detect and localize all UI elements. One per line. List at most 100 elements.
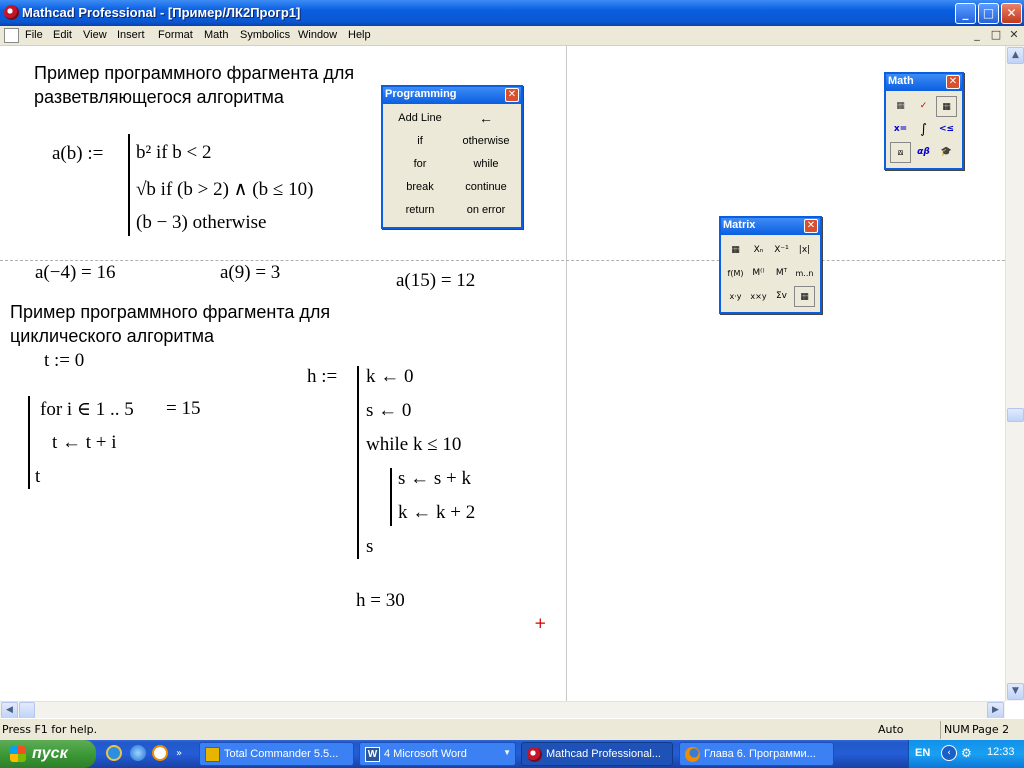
horizontal-scroll-thumb[interactable]: [19, 702, 35, 719]
vertical-scroll-thumb[interactable]: [1007, 408, 1024, 422]
menu-format[interactable]: Format: [158, 29, 193, 41]
def-h-line2[interactable]: s ← 0: [366, 400, 411, 422]
close-button[interactable]: ✕: [1001, 3, 1022, 24]
prog-continue-button[interactable]: continue: [455, 181, 517, 193]
menu-window[interactable]: Window: [298, 29, 337, 41]
result-a-neg4[interactable]: a(−4) = 16: [35, 262, 116, 284]
def-a-lhs[interactable]: a(b) :=: [52, 143, 103, 165]
vector-sum-icon[interactable]: Σv: [771, 286, 792, 307]
prog-add-line-button[interactable]: Add Line: [387, 112, 453, 124]
loop-return[interactable]: t: [35, 466, 40, 488]
matrix-icon[interactable]: ▦: [936, 96, 957, 117]
prog-for-button[interactable]: for: [387, 158, 453, 170]
clock[interactable]: 12:33: [987, 746, 1015, 758]
minimize-button[interactable]: _: [955, 3, 976, 24]
evaluation-icon[interactable]: x=: [890, 119, 911, 140]
def-t[interactable]: t := 0: [44, 350, 84, 372]
prog-while-button[interactable]: while: [455, 158, 517, 170]
cross-product-icon[interactable]: x×y: [748, 286, 769, 307]
horizontal-scrollbar[interactable]: ◀ ▶: [0, 701, 1005, 719]
worksheet[interactable]: Пример программного фрагмента для развет…: [0, 46, 1005, 701]
math-toolbar-close-icon[interactable]: ✕: [946, 75, 960, 89]
symbolic-icon[interactable]: 🎓: [936, 142, 957, 163]
program-bar-h: [357, 366, 359, 559]
loop-body[interactable]: t ← t + i: [52, 432, 117, 454]
def-a-line1[interactable]: b² if b < 2: [136, 142, 212, 164]
task-firefox-chapter6[interactable]: Глава 6. Программи...: [679, 742, 834, 766]
result-a-15[interactable]: a(15) = 12: [396, 270, 475, 292]
math-toolbar-titlebar[interactable]: Math ✕: [886, 74, 962, 91]
doc-close-button[interactable]: ✕: [1007, 28, 1021, 42]
doc-restore-button[interactable]: □: [989, 28, 1003, 42]
menu-edit[interactable]: Edit: [53, 29, 72, 41]
boolean-icon[interactable]: <≤: [936, 119, 957, 140]
def-h-line6[interactable]: s: [366, 536, 373, 558]
matrix-toolbar-title: Matrix: [723, 219, 756, 231]
media-player-icon[interactable]: [152, 745, 168, 761]
status-help-text: Press F1 for help.: [2, 723, 98, 736]
matrix-toolbar-close-icon[interactable]: ✕: [804, 219, 818, 233]
def-a-line2[interactable]: √b if (b > 2) ∧ (b ≤ 10): [136, 178, 313, 201]
dot-product-icon[interactable]: x·y: [725, 286, 746, 307]
language-indicator[interactable]: EN: [915, 747, 930, 759]
matrix-toolbar-titlebar[interactable]: Matrix ✕: [721, 218, 820, 235]
result-h[interactable]: h = 30: [356, 590, 405, 612]
loop-for-line[interactable]: for i ∈ 1 .. 5: [40, 398, 134, 421]
def-h-line5[interactable]: k ← k + 2: [398, 502, 475, 524]
vectorize-icon[interactable]: f(M): [725, 263, 746, 284]
picture-icon[interactable]: ▦: [794, 286, 815, 307]
mathcad-app-icon[interactable]: [4, 5, 19, 20]
programming-toolbar-titlebar[interactable]: Programming ✕: [383, 87, 521, 104]
menu-math[interactable]: Math: [204, 29, 228, 41]
scroll-up-icon[interactable]: ▲: [1007, 47, 1024, 64]
start-button[interactable]: пуск: [0, 740, 96, 768]
def-h-line1[interactable]: k ← 0: [366, 366, 414, 388]
prog-return-button[interactable]: return: [387, 204, 453, 216]
menu-help[interactable]: Help: [348, 29, 371, 41]
def-h-line3[interactable]: while k ≤ 10: [366, 434, 461, 456]
internet-explorer-icon[interactable]: [130, 745, 146, 761]
vertical-scrollbar[interactable]: ▲ ▼: [1005, 46, 1024, 701]
tray-arrow-icon[interactable]: ‹: [941, 745, 957, 761]
def-h-lhs[interactable]: h :=: [307, 366, 337, 388]
menu-file[interactable]: File: [25, 29, 43, 41]
menu-insert[interactable]: Insert: [117, 29, 145, 41]
menu-view[interactable]: View: [83, 29, 107, 41]
graph-icon[interactable]: ✓: [913, 96, 934, 117]
loop-result[interactable]: = 15: [166, 398, 200, 420]
prog-if-button[interactable]: if: [387, 135, 453, 147]
result-a-9[interactable]: a(9) = 3: [220, 262, 280, 284]
scroll-left-icon[interactable]: ◀: [1, 702, 18, 719]
insert-matrix-icon[interactable]: ▦: [725, 240, 746, 261]
prog-otherwise-button[interactable]: otherwise: [455, 135, 517, 147]
show-desktop-icon[interactable]: [106, 745, 122, 761]
task-total-commander[interactable]: Total Commander 5.5...: [199, 742, 354, 766]
matrix-subscript-icon[interactable]: Xₙ: [748, 240, 769, 261]
matrix-column-icon[interactable]: M⁽⁾: [748, 263, 769, 284]
scroll-right-icon[interactable]: ▶: [987, 702, 1004, 719]
programming-icon[interactable]: ⟎: [890, 142, 911, 163]
task-microsoft-word[interactable]: W 4 Microsoft Word ▼: [359, 742, 516, 766]
word-icon: W: [365, 747, 380, 762]
task-mathcad[interactable]: Mathcad Professional...: [521, 742, 673, 766]
inverse-icon[interactable]: X⁻¹: [771, 240, 792, 261]
maximize-button[interactable]: □: [978, 3, 999, 24]
transpose-icon[interactable]: Mᵀ: [771, 263, 792, 284]
prog-local-assign-button[interactable]: ←: [455, 110, 517, 126]
def-h-line4[interactable]: s ← s + k: [398, 468, 471, 490]
document-icon[interactable]: [4, 28, 19, 43]
network-icon[interactable]: ⚙: [961, 746, 975, 760]
def-a-line3[interactable]: (b − 3) otherwise: [136, 212, 267, 234]
doc-minimize-button[interactable]: _: [970, 28, 984, 42]
scroll-down-icon[interactable]: ▼: [1007, 683, 1024, 700]
programming-toolbar-close-icon[interactable]: ✕: [505, 88, 519, 102]
range-variable-icon[interactable]: m..n: [794, 263, 815, 284]
determinant-icon[interactable]: |x|: [794, 240, 815, 261]
calculator-icon[interactable]: ▦: [890, 96, 911, 117]
quick-launch-more-icon[interactable]: »: [176, 748, 182, 759]
greek-icon[interactable]: αβ: [913, 142, 934, 163]
prog-on-error-button[interactable]: on error: [455, 204, 517, 216]
calculus-icon[interactable]: ∫: [913, 119, 934, 140]
menu-symbolics[interactable]: Symbolics: [240, 29, 290, 41]
prog-break-button[interactable]: break: [387, 181, 453, 193]
